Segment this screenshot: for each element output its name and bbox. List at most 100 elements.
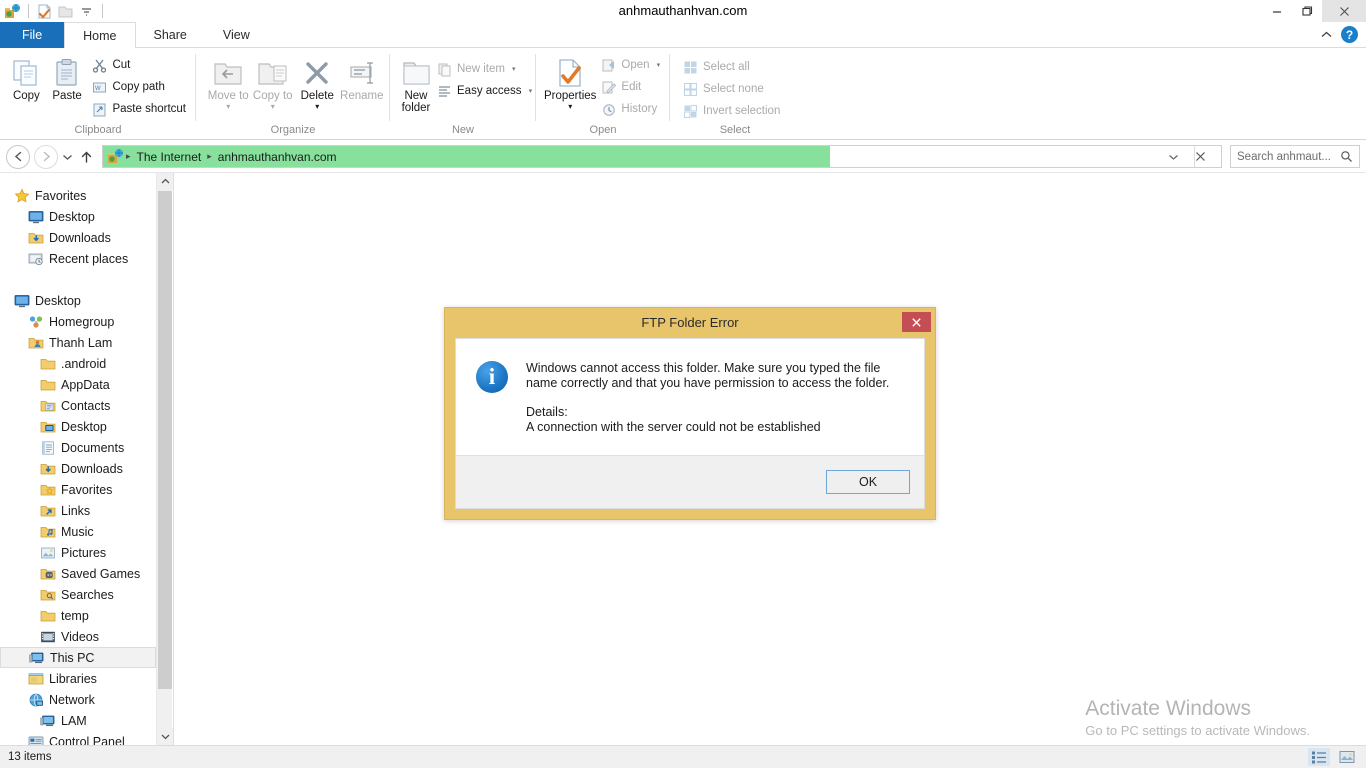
dialog-close-button[interactable] (902, 312, 931, 332)
ribbon-tab-strip: File Home Share View ? (0, 22, 1366, 48)
address-history-dropdown-icon[interactable] (1168, 153, 1194, 161)
edit-label: Edit (621, 81, 642, 93)
select-none-button[interactable]: Select none (678, 78, 784, 100)
ribbon-group-select: Select all Select none Invert selection … (670, 48, 800, 139)
details-view-button[interactable] (1308, 748, 1330, 766)
history-button[interactable]: History (596, 98, 664, 120)
tab-share[interactable]: Share (136, 22, 205, 48)
tree-item-downloads[interactable]: Downloads (0, 458, 156, 479)
select-all-button[interactable]: Select all (678, 56, 784, 78)
tree-item-thanh-lam[interactable]: Thanh Lam (0, 332, 156, 353)
tree-item-saved-games[interactable]: Saved Games (0, 563, 156, 584)
ftp-folder-icon[interactable] (4, 3, 21, 20)
scroll-down-arrow-icon[interactable] (157, 728, 173, 745)
close-button[interactable] (1322, 0, 1366, 22)
paste-shortcut-button[interactable]: Paste shortcut (87, 98, 190, 120)
copy-to-caret-icon[interactable]: ▾ (271, 103, 275, 111)
computer-icon (40, 713, 56, 729)
tree-item-temp[interactable]: temp (0, 605, 156, 626)
tree-item-downloads[interactable]: Downloads (0, 227, 156, 248)
breadcrumb-item-the-internet[interactable]: The Internet (131, 150, 208, 164)
easy-access-caret-icon[interactable]: ▾ (529, 87, 533, 95)
tree-item-libraries[interactable]: Libraries (0, 668, 156, 689)
copy-button[interactable]: Copy (6, 52, 47, 102)
move-to-caret-icon[interactable]: ▾ (226, 103, 230, 111)
select-all-label: Select all (703, 61, 750, 73)
edit-button[interactable]: Edit (596, 76, 664, 98)
search-input[interactable]: Search anhmaut... (1230, 145, 1360, 168)
easy-access-icon (436, 83, 452, 99)
tree-item-network[interactable]: Network (0, 689, 156, 710)
help-icon[interactable]: ? (1341, 26, 1358, 43)
restore-button[interactable] (1292, 0, 1322, 22)
tree-item-android[interactable]: .android (0, 353, 156, 374)
tree-item-desktop[interactable]: Desktop (0, 290, 156, 311)
tree-item-pictures[interactable]: Pictures (0, 542, 156, 563)
tab-home[interactable]: Home (64, 22, 136, 48)
open-caret-icon[interactable]: ▾ (657, 61, 661, 69)
properties-caret-icon[interactable]: ▾ (568, 103, 572, 111)
back-button[interactable] (6, 144, 30, 169)
tab-file[interactable]: File (0, 22, 65, 48)
chevron-up-icon[interactable] (1320, 30, 1333, 39)
tab-view[interactable]: View (205, 22, 268, 48)
tree-item-videos[interactable]: Videos (0, 626, 156, 647)
invert-selection-button[interactable]: Invert selection (678, 100, 784, 122)
copy-to-button[interactable]: Copy to ▾ (251, 52, 296, 111)
properties-icon[interactable] (36, 3, 53, 20)
minimize-button[interactable] (1262, 0, 1292, 22)
delete-button[interactable]: Delete ▾ (295, 52, 340, 111)
tree-item-searches[interactable]: Searches (0, 584, 156, 605)
up-button[interactable] (80, 150, 102, 164)
open-button[interactable]: Open ▾ (596, 54, 664, 76)
select-none-icon (682, 81, 698, 97)
tree-item-label: LAM (61, 713, 87, 728)
customize-dropdown-icon[interactable] (78, 3, 95, 20)
stop-refresh-button[interactable] (1195, 151, 1221, 162)
quick-access-toolbar (0, 0, 106, 22)
cut-button[interactable]: Cut (87, 54, 190, 76)
rename-button[interactable]: Rename (340, 52, 385, 102)
tree-item-recent-places[interactable]: Recent places (0, 248, 156, 269)
scroll-up-arrow-icon[interactable] (157, 173, 173, 190)
tree-item-this-pc[interactable]: This PC (0, 647, 156, 668)
move-to-button[interactable]: Move to ▾ (206, 52, 251, 111)
search-icon[interactable] (1340, 150, 1353, 163)
folder-icon[interactable] (57, 3, 74, 20)
delete-caret-icon[interactable]: ▾ (315, 103, 319, 111)
tree-item-label: .android (61, 356, 107, 371)
new-item-button[interactable]: New item ▾ (432, 58, 536, 80)
forward-button[interactable] (34, 144, 58, 169)
navigation-pane-scrollbar[interactable] (156, 173, 173, 745)
tree-item-appdata[interactable]: AppData (0, 374, 156, 395)
tree-item-music[interactable]: Music (0, 521, 156, 542)
tree-item-lam[interactable]: LAM (0, 710, 156, 731)
properties-button[interactable]: Properties ▾ (544, 52, 596, 111)
tree-item-contacts[interactable]: Contacts (0, 395, 156, 416)
tree-item-homegroup[interactable]: Homegroup (0, 311, 156, 332)
paste-label: Paste (52, 90, 82, 102)
breadcrumb[interactable]: ▸ The Internet ▸ anhmauthanhvan.com (102, 145, 1222, 168)
tree-item-label: Downloads (49, 230, 111, 245)
tree-item-desktop[interactable]: Desktop (0, 206, 156, 227)
paste-button[interactable]: Paste (47, 52, 88, 102)
invert-selection-icon (682, 103, 698, 119)
star-icon (14, 187, 30, 204)
tree-item-desktop[interactable]: Desktop (0, 416, 156, 437)
tree-item-links[interactable]: Links (0, 500, 156, 521)
easy-access-button[interactable]: Easy access ▾ (432, 80, 536, 102)
ok-button[interactable]: OK (826, 470, 910, 494)
tree-item-favorites[interactable]: Favorites (0, 479, 156, 500)
tree-item-control-panel[interactable]: Control Panel (0, 731, 156, 745)
tree-item-documents[interactable]: Documents (0, 437, 156, 458)
recent-locations-dropdown-icon[interactable] (62, 153, 80, 161)
large-icons-view-button[interactable] (1336, 748, 1358, 766)
scrollbar-thumb[interactable] (158, 191, 172, 689)
new-folder-button[interactable]: New folder (400, 52, 432, 114)
tree-item-favorites[interactable]: Favorites (0, 185, 156, 206)
new-item-caret-icon[interactable]: ▾ (512, 65, 516, 73)
tree-item-label: Desktop (35, 293, 81, 308)
copy-path-button[interactable]: W Copy path (87, 76, 190, 98)
navigation-pane[interactable]: Favorites Desktop Downloads Recent places De… (0, 173, 156, 745)
breadcrumb-item-anhmauthanhvan[interactable]: anhmauthanhvan.com (212, 150, 343, 164)
